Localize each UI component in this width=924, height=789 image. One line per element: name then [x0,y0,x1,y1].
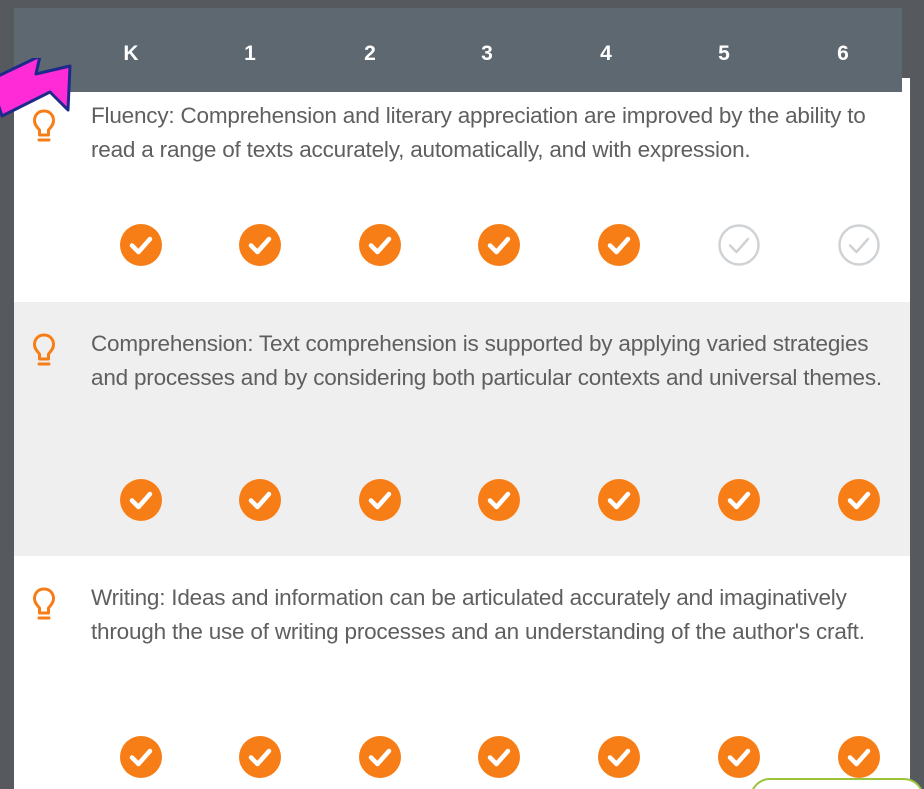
check-circle-filled-icon-grade-k[interactable] [119,478,163,522]
check-circle-filled-icon-grade-6[interactable] [837,735,881,779]
check-circle-empty-icon-grade-6[interactable] [837,223,881,267]
check-circle-filled-icon-grade-3[interactable] [477,223,521,267]
check-circle-filled-icon-grade-5[interactable] [717,478,761,522]
check-circle-filled-icon-grade-4[interactable] [597,478,641,522]
grade-label-1: 1 [244,42,256,65]
check-circle-filled-icon-grade-2[interactable] [358,735,402,779]
check-circle-filled-icon-grade-3[interactable] [477,735,521,779]
lightbulb-icon [32,586,56,626]
grade-label-2: 2 [364,42,376,65]
check-circle-filled-icon-grade-2[interactable] [358,478,402,522]
check-circle-filled-icon-grade-4[interactable] [597,735,641,779]
grade-header: K 1 2 3 4 5 6 [14,8,902,92]
check-circle-filled-icon-grade-1[interactable] [238,223,282,267]
grade-label-3: 3 [481,42,493,65]
grade-label-4: 4 [600,42,612,65]
strand-text: Fluency: Comprehension and literary appr… [91,103,866,162]
check-circle-empty-icon-grade-5[interactable] [717,223,761,267]
check-circle-filled-icon-grade-k[interactable] [119,223,163,267]
strand-text: Writing: Ideas and information can be ar… [91,585,865,644]
check-circle-filled-icon-grade-1[interactable] [238,735,282,779]
check-circle-filled-icon-grade-6[interactable] [837,478,881,522]
grade-label-5: 5 [718,42,730,65]
strand-grade-table: K 1 2 3 4 5 6 Fluency: Comprehension and… [0,0,924,789]
bottom-action-button[interactable] [750,778,924,789]
grade-label-6: 6 [837,42,849,65]
check-circle-filled-icon-grade-1[interactable] [238,478,282,522]
check-circle-filled-icon-grade-3[interactable] [477,478,521,522]
check-circle-filled-icon-grade-k[interactable] [119,735,163,779]
check-circle-filled-icon-grade-5[interactable] [717,735,761,779]
lightbulb-icon [32,332,56,372]
check-circle-filled-icon-grade-4[interactable] [597,223,641,267]
pointer-arrow-icon [0,54,90,138]
strand-row-fluency: Fluency: Comprehension and literary appr… [14,78,910,302]
strand-text: Comprehension: Text comprehension is sup… [91,331,882,390]
grade-label-k: K [123,42,139,65]
check-circle-filled-icon-grade-2[interactable] [358,223,402,267]
